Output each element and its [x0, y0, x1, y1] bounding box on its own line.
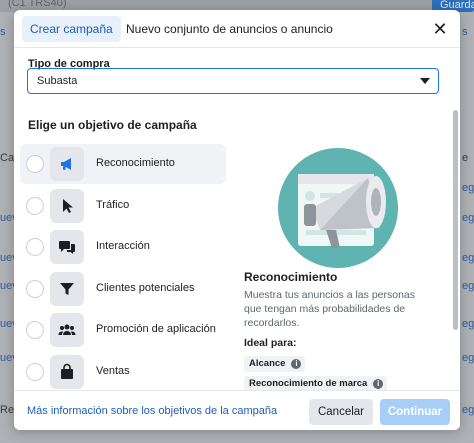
buying-type-select[interactable]: Subasta [27, 68, 439, 94]
objective-app-promotion[interactable]: Promoción de aplicación [20, 310, 226, 350]
bg-right-item: egr [462, 404, 474, 416]
chip-label: Alcance [249, 358, 286, 369]
create-campaign-dialog: Crear campaña Nuevo conjunto de anuncios… [14, 10, 460, 430]
ideal-for-label: Ideal para: [244, 337, 297, 349]
objective-radio[interactable] [26, 363, 44, 381]
objective-sales[interactable]: Ventas [20, 352, 226, 392]
objective-label: Clientes potenciales [96, 282, 195, 294]
learn-more-link[interactable]: Más información sobre los objetivos de l… [27, 405, 277, 417]
bg-right-item: egr [462, 212, 474, 224]
background-right-column: s e egr egr egr egr egr egr egr [460, 12, 474, 443]
objective-engagement[interactable]: Interacción [20, 227, 226, 267]
awareness-illustration [276, 144, 406, 270]
tab-new-ad-set-or-ad[interactable]: Nuevo conjunto de anuncios o anuncio [118, 16, 341, 42]
objective-leads[interactable]: Clientes potenciales [20, 269, 226, 309]
bg-right-item: egr [462, 318, 474, 330]
cursor-icon [50, 189, 84, 223]
objective-radio[interactable] [26, 197, 44, 215]
objective-detail-title: Reconocimiento [244, 270, 338, 284]
background-left-column: s Cam uev uev uev uev uev Res [0, 12, 23, 443]
dialog-header: Crear campaña Nuevo conjunto de anuncios… [14, 10, 460, 48]
objective-label: Promoción de aplicación [96, 323, 216, 335]
objective-label: Interacción [96, 240, 150, 252]
objective-label: Reconocimiento [96, 157, 175, 169]
objective-traffic[interactable]: Tráfico [20, 186, 226, 226]
bg-right-item: egr [462, 280, 474, 292]
objective-radio[interactable] [26, 238, 44, 256]
objective-radio[interactable] [26, 280, 44, 298]
bg-right-item: egr [462, 252, 474, 264]
info-icon[interactable]: i [291, 359, 302, 369]
ideal-chip-reach: Alcance i [244, 356, 306, 372]
background-top-text: (C1 TRS40) [8, 0, 67, 9]
tab-create-campaign[interactable]: Crear campaña [22, 16, 121, 42]
people-icon [50, 313, 84, 347]
objective-radio[interactable] [26, 155, 44, 173]
bg-right-item: e [462, 152, 469, 164]
buying-type-value: Subasta [37, 75, 78, 87]
bg-right-item: egr [462, 352, 474, 364]
chip-label: Reconocimiento de marca [249, 378, 368, 389]
objective-awareness[interactable]: Reconocimiento [20, 144, 226, 184]
objective-detail-description: Muestra tus anuncios a las personas que … [244, 289, 416, 329]
dialog-footer: Más información sobre los objetivos de l… [14, 390, 460, 430]
bg-left-item: s [0, 26, 6, 38]
caret-down-icon [420, 78, 430, 84]
bg-right-item: egr [462, 182, 474, 194]
continue-button[interactable]: Continuar [380, 399, 450, 425]
objective-radio[interactable] [26, 321, 44, 339]
shopping-bag-icon [50, 355, 84, 389]
funnel-icon [50, 272, 84, 306]
scrollbar-thumb[interactable] [453, 110, 458, 330]
cancel-button[interactable]: Cancelar [309, 399, 373, 425]
close-icon[interactable]: ✕ [430, 19, 450, 39]
objective-label: Tráfico [96, 199, 130, 211]
objective-label: Ventas [96, 365, 130, 377]
bg-right-item: s [462, 26, 468, 38]
objective-section-title: Elige un objetivo de campaña [28, 118, 197, 132]
info-icon[interactable]: i [373, 379, 384, 389]
dialog-scrollbar[interactable] [453, 50, 458, 395]
megaphone-icon [50, 147, 84, 181]
chat-bubbles-icon [50, 230, 84, 264]
